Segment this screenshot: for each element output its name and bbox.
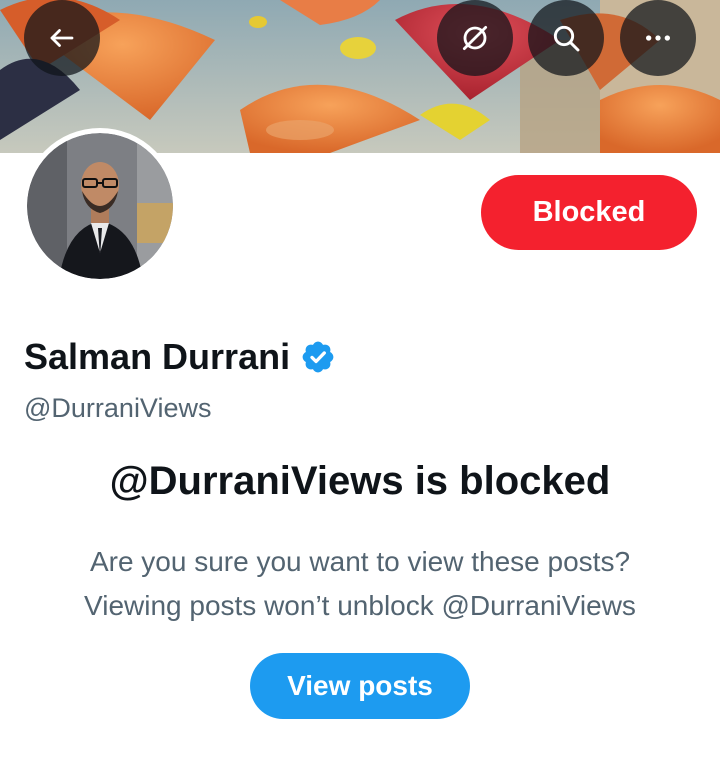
view-posts-button[interactable]: View posts [250,653,470,719]
profile-avatar[interactable] [22,128,178,284]
blocked-notice-line-1: Are you sure you want to view these post… [89,546,631,577]
avatar-photo [27,133,173,279]
display-name: Salman Durrani [24,336,291,377]
back-button[interactable] [24,0,100,76]
more-button[interactable] [620,0,696,76]
blocked-notice-message: Are you sure you want to view these post… [0,540,720,628]
blocked-notice-title: @DurraniViews is blocked [109,459,611,503]
blocked-notice-line-2: Viewing posts won’t unblock @DurraniView… [84,590,636,621]
blocked-button[interactable]: Blocked [481,175,697,250]
arrow-left-icon [47,23,77,53]
verified-badge-icon[interactable] [300,339,336,375]
profile-handle: @DurraniViews [24,393,212,423]
search-button[interactable] [528,0,604,76]
grok-button[interactable] [437,0,513,76]
search-icon [550,22,582,54]
grok-icon [459,22,491,54]
profile-name-row: Salman Durrani [24,334,336,380]
more-horizontal-icon [642,22,674,54]
